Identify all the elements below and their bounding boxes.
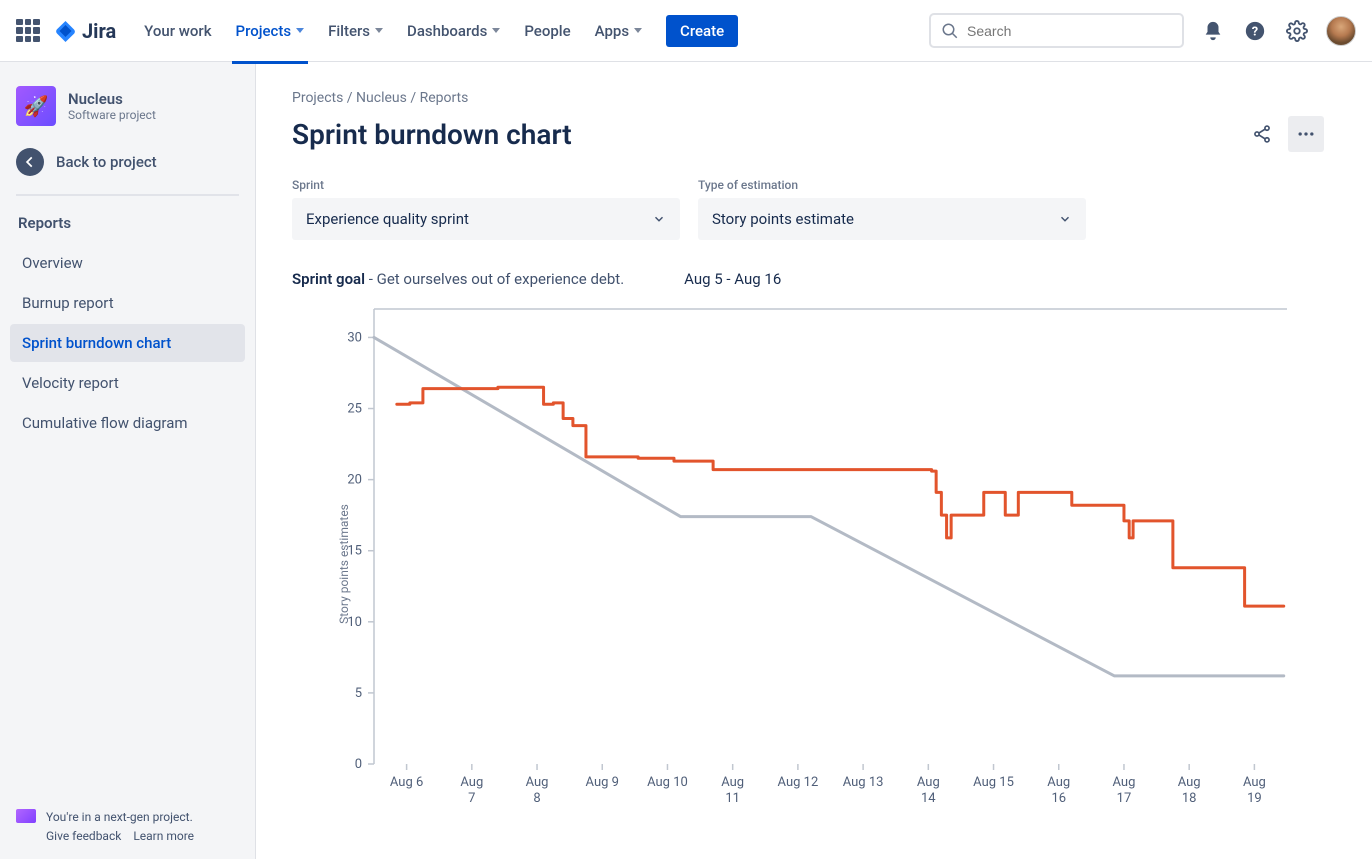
svg-text:?: ? [1252,24,1258,39]
sidebar-item-burnup[interactable]: Burnup report [10,284,245,322]
settings-icon[interactable] [1284,18,1310,44]
project-avatar-icon: 🚀 [16,86,56,126]
nav-dashboards[interactable]: Dashboards [399,16,508,46]
svg-text:Aug: Aug [1047,775,1070,790]
estimation-label: Type of estimation [698,178,1086,192]
create-button[interactable]: Create [666,15,738,47]
page-title: Sprint burndown chart [292,118,572,151]
svg-text:Aug: Aug [721,775,744,790]
svg-text:Aug 12: Aug 12 [778,775,819,790]
notifications-icon[interactable] [1200,18,1226,44]
svg-text:Aug: Aug [917,775,940,790]
footer-info: You're in a next-gen project. [46,806,194,829]
sidebar-item-overview[interactable]: Overview [10,244,245,282]
search-icon [941,22,959,40]
svg-text:30: 30 [347,330,362,345]
sprint-goal-row: Sprint goal - Get ourselves out of exper… [292,270,1324,288]
breadcrumb[interactable]: Projects / Nucleus / Reports [292,90,1324,106]
svg-text:25: 25 [347,402,362,417]
jira-icon [54,19,78,43]
svg-text:Aug: Aug [1243,775,1266,790]
top-navbar: Jira Your work Projects Filters Dashboar… [0,0,1372,62]
project-name: Nucleus [68,90,156,108]
sprint-dates: Aug 5 - Aug 16 [684,270,781,288]
chevron-down-icon [634,28,642,33]
more-actions-button[interactable] [1288,116,1324,152]
svg-text:Aug 9: Aug 9 [586,775,619,790]
burndown-chart: Story points estimates 051015202530Aug 6… [292,304,1292,824]
chevron-down-icon [296,28,304,33]
sidebar-divider [16,194,239,196]
jira-logo[interactable]: Jira [54,19,116,43]
svg-text:Aug: Aug [526,775,549,790]
svg-text:10: 10 [347,615,362,630]
nav-people[interactable]: People [516,16,578,46]
svg-text:5: 5 [355,686,362,701]
sidebar: 🚀 Nucleus Software project Back to proje… [0,62,256,859]
search-box[interactable] [929,13,1184,48]
svg-text:Aug 10: Aug 10 [647,775,688,790]
sidebar-item-velocity[interactable]: Velocity report [10,364,245,402]
svg-text:20: 20 [347,473,362,488]
chevron-down-icon [1058,212,1072,226]
give-feedback-link[interactable]: Give feedback [46,829,121,843]
svg-text:11: 11 [725,791,740,806]
next-gen-icon [16,809,36,823]
svg-text:17: 17 [1117,791,1132,806]
nav-filters[interactable]: Filters [320,16,391,46]
user-avatar[interactable] [1326,16,1356,46]
nav-your-work[interactable]: Your work [136,16,219,46]
back-to-project[interactable]: Back to project [0,148,255,176]
svg-text:19: 19 [1247,791,1262,806]
estimation-select[interactable]: Story points estimate [698,198,1086,240]
sprint-goal-text: - Get ourselves out of experience debt. [365,270,624,288]
chart-svg: 051015202530Aug 6Aug7Aug8Aug 9Aug 10Aug1… [292,304,1292,824]
nav-projects[interactable]: Projects [228,16,313,46]
svg-text:14: 14 [921,791,936,806]
nav-apps[interactable]: Apps [587,16,650,46]
back-arrow-icon [16,148,44,176]
svg-text:7: 7 [468,791,475,806]
sprint-label: Sprint [292,178,680,192]
search-input[interactable] [967,23,1172,39]
estimation-value: Story points estimate [712,210,854,228]
chevron-down-icon [652,212,666,226]
sidebar-item-cumulative-flow[interactable]: Cumulative flow diagram [10,404,245,442]
project-type: Software project [68,108,156,122]
chevron-down-icon [375,28,383,33]
svg-text:Aug 13: Aug 13 [843,775,884,790]
help-icon[interactable]: ? [1242,18,1268,44]
learn-more-link[interactable]: Learn more [133,829,194,843]
logo-text: Jira [82,19,116,43]
sidebar-section-title: Reports [0,214,255,232]
sprint-value: Experience quality sprint [306,210,469,228]
app-switcher-icon[interactable] [16,19,40,43]
share-button[interactable] [1244,116,1280,152]
nav-items: Your work Projects Filters Dashboards Pe… [136,15,738,47]
svg-text:Aug 15: Aug 15 [973,775,1014,790]
project-header[interactable]: 🚀 Nucleus Software project [0,86,255,126]
svg-text:Aug: Aug [1113,775,1136,790]
svg-text:18: 18 [1182,791,1197,806]
content-area: Projects / Nucleus / Reports Sprint burn… [256,62,1372,859]
svg-text:Aug: Aug [1178,775,1201,790]
svg-text:15: 15 [347,544,362,559]
svg-text:16: 16 [1051,791,1066,806]
sidebar-item-sprint-burndown[interactable]: Sprint burndown chart [10,324,245,362]
chevron-down-icon [492,28,500,33]
svg-text:Aug 6: Aug 6 [390,775,423,790]
sprint-select[interactable]: Experience quality sprint [292,198,680,240]
svg-text:8: 8 [533,791,540,806]
svg-text:0: 0 [355,757,362,772]
svg-text:Aug: Aug [460,775,483,790]
sidebar-footer: You're in a next-gen project. Give feedb… [0,798,255,851]
sprint-goal-label: Sprint goal [292,270,365,288]
